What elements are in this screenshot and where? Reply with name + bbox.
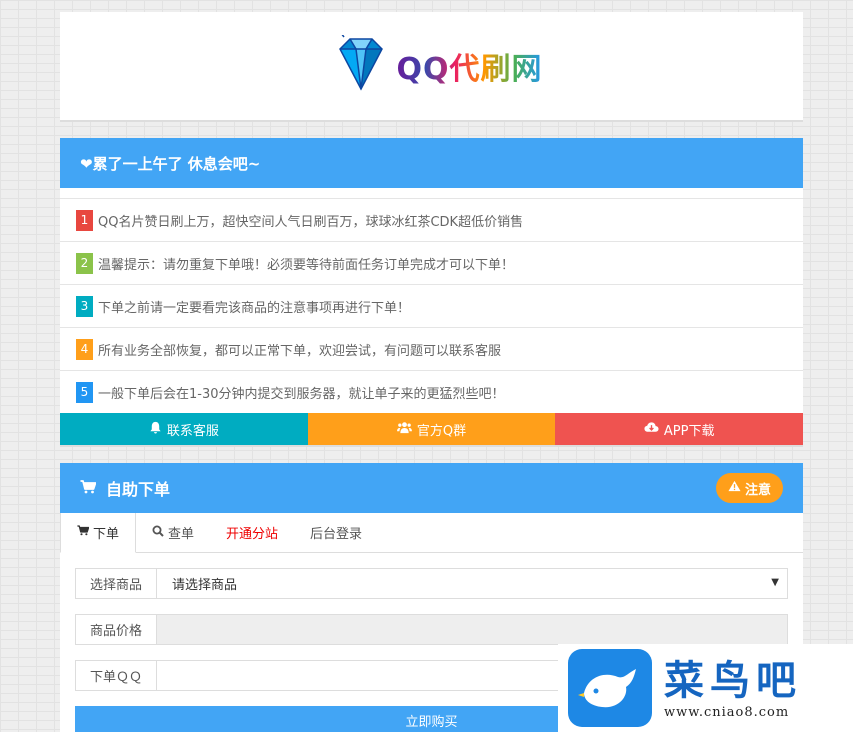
tab-query[interactable]: 查单 — [136, 513, 210, 552]
product-select-value: 请选择商品 — [172, 578, 238, 593]
contact-service-label: 联系客服 — [166, 423, 219, 439]
notice-item: 4 所有业务全部恢复，都可以正常下单，欢迎尝试，有问题可以联系客服 — [60, 327, 803, 370]
notice-list: 1 QQ名片赞日刷上万，超快空间人气日刷百万，球球冰红茶CDK超低价销售 2 温… — [60, 198, 803, 413]
notice-text: 一般下单后会在1-30分钟内提交到服务器，就让单子来的更猛烈些吧！ — [98, 386, 505, 402]
product-label: 选择商品 — [75, 568, 157, 599]
bird-logo-icon — [568, 649, 652, 727]
notice-item: 1 QQ名片赞日刷上万，超快空间人气日刷百万，球球冰红茶CDK超低价销售 — [60, 198, 803, 241]
notice-text: 所有业务全部恢复，都可以正常下单，欢迎尝试，有问题可以联系客服 — [98, 343, 502, 359]
notice-text: 下单之前请一定要看完该商品的注意事项再进行下单！ — [98, 300, 411, 316]
notice-text: QQ名片赞日刷上万，超快空间人气日刷百万，球球冰红茶CDK超低价销售 — [98, 214, 524, 230]
notice-number-badge: 5 — [76, 381, 93, 403]
watermark-text: 菜鸟吧 www.cniao8.com — [664, 657, 802, 720]
qq-label: 下单ＱＱ — [75, 660, 157, 691]
search-icon — [152, 525, 164, 541]
cloud-download-icon — [644, 421, 659, 437]
cart-icon — [80, 479, 97, 498]
watermark: 菜鸟吧 www.cniao8.com — [558, 644, 853, 732]
notice-panel: ❤累了一上午了 休息会吧~ 1 QQ名片赞日刷上万，超快空间人气日刷百万，球球冰… — [60, 138, 804, 447]
caret-down-icon: ▼ — [771, 577, 779, 588]
order-panel-header: 自助下单 注意 — [60, 463, 803, 513]
app-download-label: APP下载 — [663, 423, 715, 439]
order-panel-title: 自助下单 — [80, 476, 170, 500]
contact-service-button[interactable]: 联系客服 — [60, 413, 308, 445]
notice-item: 5 一般下单后会在1-30分钟内提交到服务器，就让单子来的更猛烈些吧！ — [60, 370, 803, 413]
logo-panel: QQ代刷网 — [60, 12, 803, 122]
price-field — [157, 614, 788, 645]
notice-number-badge: 2 — [76, 252, 93, 274]
tab-query-label: 查单 — [168, 527, 195, 542]
warning-icon — [728, 480, 741, 496]
bell-icon — [149, 421, 162, 438]
price-row: 商品价格 — [75, 614, 788, 645]
price-label: 商品价格 — [75, 614, 157, 645]
notice-item: 2 温馨提示：请勿重复下单哦！必须要等待前面任务订单完成才可以下单！ — [60, 241, 803, 284]
contact-button-row: 联系客服 官方Q群 APP下载 — [60, 413, 804, 445]
order-tabs: 下单 查单 开通分站 后台登录 — [60, 513, 803, 553]
tab-admin-login-label: 后台登录 — [310, 527, 363, 542]
diamond-icon — [330, 32, 392, 97]
watermark-name: 菜鸟吧 — [664, 656, 802, 704]
notice-button-label: 注意 — [744, 482, 771, 498]
notice-text: 温馨提示：请勿重复下单哦！必须要等待前面任务订单完成才可以下单！ — [98, 257, 515, 273]
notice-number-badge: 1 — [76, 209, 93, 231]
notice-number-badge: 3 — [76, 295, 93, 317]
site-logo-text: QQ代刷网 — [396, 44, 542, 88]
tab-open-substation-label: 开通分站 — [226, 527, 279, 542]
notice-panel-title: ❤累了一上午了 休息会吧~ — [60, 138, 803, 188]
tab-order-label: 下单 — [93, 527, 120, 542]
order-title-text: 自助下单 — [106, 480, 171, 499]
product-row: 选择商品 请选择商品 ▼ — [75, 568, 788, 599]
cart-icon — [77, 525, 90, 540]
notice-number-badge: 4 — [76, 338, 93, 360]
users-icon — [396, 421, 412, 438]
tab-order[interactable]: 下单 — [60, 513, 137, 553]
site-logo[interactable]: QQ代刷网 — [330, 32, 542, 97]
tab-open-substation[interactable]: 开通分站 — [210, 513, 294, 552]
official-qq-group-label: 官方Q群 — [416, 423, 467, 439]
buy-now-label: 立即购买 — [405, 715, 458, 730]
notice-item: 3 下单之前请一定要看完该商品的注意事项再进行下单！ — [60, 284, 803, 327]
official-qq-group-button[interactable]: 官方Q群 — [307, 413, 556, 445]
main-container: QQ代刷网 ❤累了一上午了 休息会吧~ 1 QQ名片赞日刷上万，超快空间人气日刷… — [60, 12, 804, 732]
tab-admin-login[interactable]: 后台登录 — [294, 513, 378, 552]
app-download-button[interactable]: APP下载 — [555, 413, 804, 445]
watermark-url: www.cniao8.com — [664, 704, 790, 720]
notice-button[interactable]: 注意 — [715, 473, 783, 503]
product-select[interactable]: 请选择商品 ▼ — [157, 568, 788, 599]
